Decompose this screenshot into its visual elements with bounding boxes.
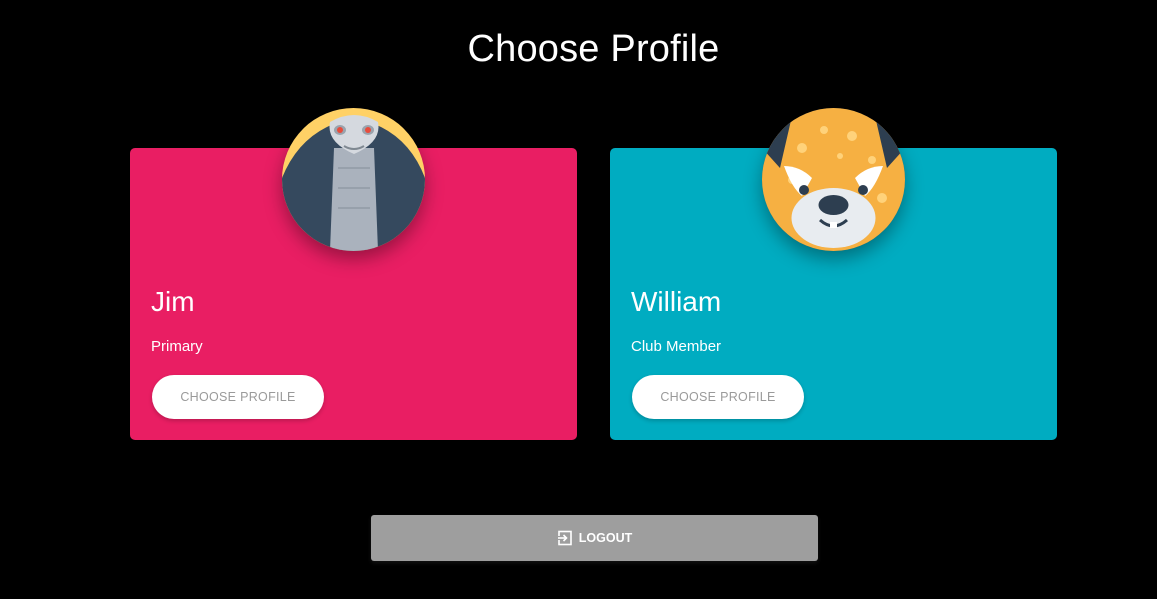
- profile-name: William: [631, 286, 722, 317]
- leopard-avatar: [762, 108, 905, 251]
- profile-role: Primary: [151, 338, 203, 355]
- logout-icon: [556, 530, 573, 546]
- profile-chooser-page: Choose Profile Jim Primary CHOOSE PROFIL…: [0, 0, 1157, 599]
- choose-profile-button[interactable]: CHOOSE PROFILE: [632, 375, 804, 419]
- page-title: Choose Profile: [467, 28, 720, 70]
- profile-role: Club Member: [631, 338, 722, 355]
- choose-profile-button[interactable]: CHOOSE PROFILE: [152, 375, 324, 419]
- profile-name: Jim: [151, 286, 195, 317]
- logout-button[interactable]: LOGOUT: [371, 515, 818, 561]
- profile-card-william: William Club Member CHOOSE PROFILE: [610, 108, 1057, 440]
- logout-label: LOGOUT: [578, 531, 633, 545]
- cobra-avatar: [282, 108, 425, 251]
- profile-card-jim: Jim Primary CHOOSE PROFILE: [130, 108, 577, 440]
